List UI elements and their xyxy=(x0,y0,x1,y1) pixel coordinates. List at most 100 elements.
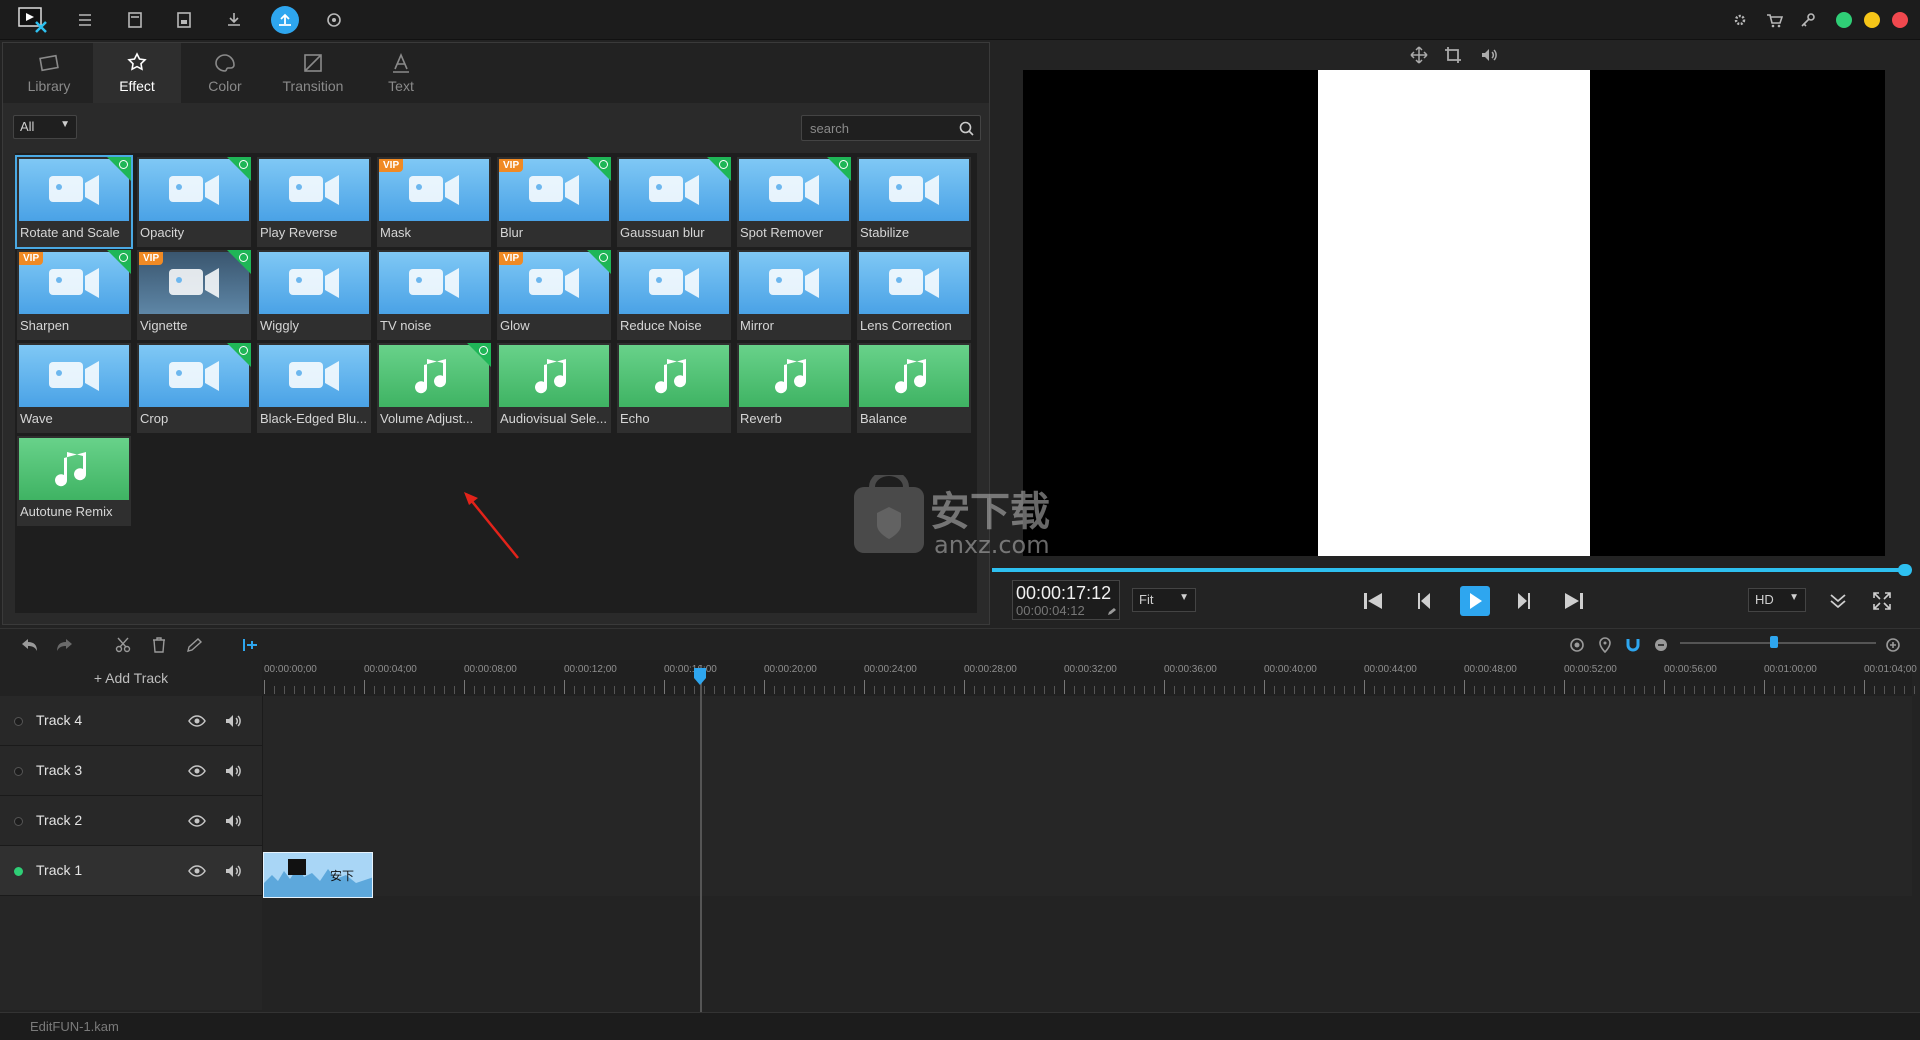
timeline-toolbar xyxy=(0,628,1920,660)
save-as-icon[interactable] xyxy=(172,8,196,32)
effect-card[interactable]: Crop xyxy=(137,343,251,433)
track-select-radio[interactable] xyxy=(14,767,23,776)
edit-icon[interactable] xyxy=(186,637,204,653)
effect-card[interactable]: VIP Mask xyxy=(377,157,491,247)
add-track-button[interactable]: + Add Track xyxy=(0,660,262,696)
redo-icon[interactable] xyxy=(56,637,74,653)
effect-card[interactable]: Reverb xyxy=(737,343,851,433)
eye-icon[interactable] xyxy=(188,863,206,879)
effect-card[interactable]: Rotate and Scale xyxy=(15,155,133,249)
fit-select[interactable]: Fit ▼ xyxy=(1132,588,1196,612)
effect-card[interactable]: Balance xyxy=(857,343,971,433)
cut-icon[interactable] xyxy=(114,637,132,653)
effect-card[interactable]: Volume Adjust... xyxy=(377,343,491,433)
effect-card[interactable]: VIP Vignette xyxy=(137,250,251,340)
settings-icon[interactable] xyxy=(322,8,346,32)
previous-frame-button[interactable] xyxy=(1412,590,1436,612)
preview-progress-bar[interactable] xyxy=(992,568,1908,572)
menu-icon[interactable] xyxy=(73,8,97,32)
key-icon[interactable] xyxy=(1796,8,1820,32)
effect-card[interactable]: Play Reverse xyxy=(257,157,371,247)
effect-card[interactable]: Lens Correction xyxy=(857,250,971,340)
ruler-tick-label: 00:00:52;00 xyxy=(1564,664,1617,675)
skip-to-start-button[interactable] xyxy=(1361,590,1385,612)
edit-time-icon[interactable] xyxy=(1107,607,1116,616)
tab-color[interactable]: Color xyxy=(181,43,269,103)
snapshot-icon[interactable] xyxy=(1568,637,1586,653)
effect-card[interactable]: Autotune Remix xyxy=(17,436,131,526)
playhead-handle[interactable] xyxy=(692,666,708,686)
minimize-window-button[interactable] xyxy=(1864,12,1880,28)
cart-icon[interactable] xyxy=(1762,8,1786,32)
undo-icon[interactable] xyxy=(20,637,38,653)
effect-card[interactable]: Reduce Noise xyxy=(617,250,731,340)
collapse-icon[interactable] xyxy=(1826,590,1850,612)
fullscreen-icon[interactable] xyxy=(1870,590,1894,612)
track-row[interactable]: Track 1 安下 xyxy=(0,846,1912,898)
progress-handle[interactable] xyxy=(1898,564,1912,576)
eye-icon[interactable] xyxy=(188,813,206,829)
search-input[interactable] xyxy=(802,116,952,140)
track-lane[interactable] xyxy=(262,846,1912,896)
volume-icon[interactable] xyxy=(224,712,242,730)
effect-card[interactable]: TV noise xyxy=(377,250,491,340)
ruler-major-tick xyxy=(964,680,965,694)
category-filter-select[interactable]: All ▼ xyxy=(13,115,77,139)
effect-card[interactable]: Black-Edged Blu... xyxy=(257,343,371,433)
marker-icon[interactable] xyxy=(1596,637,1614,654)
track-select-radio[interactable] xyxy=(14,717,23,726)
track-row[interactable]: Track 2 xyxy=(0,796,1912,846)
delete-icon[interactable] xyxy=(150,637,168,653)
effect-card[interactable]: VIP Blur xyxy=(497,157,611,247)
effect-card[interactable]: Gaussuan blur xyxy=(617,157,731,247)
volume-icon[interactable] xyxy=(224,812,242,830)
volume-icon[interactable] xyxy=(224,762,242,780)
effect-card[interactable]: Spot Remover xyxy=(737,157,851,247)
close-window-button[interactable] xyxy=(1892,12,1908,28)
zoom-slider-handle[interactable] xyxy=(1770,636,1778,648)
next-frame-button[interactable] xyxy=(1512,590,1536,612)
effect-card[interactable]: VIP Glow xyxy=(497,250,611,340)
tab-transition[interactable]: Transition xyxy=(269,43,357,103)
export-icon[interactable] xyxy=(271,6,299,34)
play-button[interactable] xyxy=(1460,586,1490,616)
move-icon[interactable] xyxy=(1410,46,1428,64)
quality-select[interactable]: HD ▼ xyxy=(1748,588,1806,612)
crop-icon[interactable] xyxy=(1444,46,1462,64)
effect-card[interactable]: VIP Sharpen xyxy=(17,250,131,340)
effect-card[interactable]: Stabilize xyxy=(857,157,971,247)
volume-icon[interactable] xyxy=(1480,46,1498,64)
eye-icon[interactable] xyxy=(188,763,206,779)
magnet-icon[interactable] xyxy=(1624,637,1642,653)
timeline-ruler[interactable]: 00:00:00;00 00:00:04;00 00:00:08;00 00:00:1… xyxy=(262,660,1917,696)
effect-card[interactable]: Opacity xyxy=(137,157,251,247)
tab-effect[interactable]: Effect xyxy=(93,43,181,103)
effect-card[interactable]: Wiggly xyxy=(257,250,371,340)
track-lane[interactable] xyxy=(262,796,1912,846)
volume-icon[interactable] xyxy=(224,862,242,880)
zoom-in-icon[interactable] xyxy=(1884,637,1902,653)
eye-icon[interactable] xyxy=(188,713,206,729)
effect-card[interactable]: Audiovisual Sele... xyxy=(497,343,611,433)
media-clip[interactable]: 安下 xyxy=(263,852,373,898)
track-lane[interactable] xyxy=(262,696,1912,746)
effect-card[interactable]: Wave xyxy=(17,343,131,433)
import-icon[interactable] xyxy=(222,8,246,32)
track-lane[interactable] xyxy=(262,746,1912,796)
track-row[interactable]: Track 3 xyxy=(0,746,1912,796)
gear-icon[interactable] xyxy=(1728,8,1752,32)
skip-to-end-button[interactable] xyxy=(1562,590,1586,612)
track-select-radio[interactable] xyxy=(14,817,23,826)
zoom-out-icon[interactable] xyxy=(1652,637,1670,653)
restore-window-button[interactable] xyxy=(1836,12,1852,28)
tab-text[interactable]: Text xyxy=(357,43,445,103)
save-icon[interactable] xyxy=(123,8,147,32)
effect-card[interactable]: Mirror xyxy=(737,250,851,340)
effect-card[interactable]: Echo xyxy=(617,343,731,433)
track-row[interactable]: Track 4 xyxy=(0,696,1912,746)
search-icon[interactable] xyxy=(959,121,974,136)
tab-library[interactable]: Library xyxy=(5,43,93,103)
track-select-radio[interactable] xyxy=(14,867,23,876)
zoom-slider[interactable] xyxy=(1680,642,1876,644)
split-track-icon[interactable] xyxy=(242,637,260,653)
